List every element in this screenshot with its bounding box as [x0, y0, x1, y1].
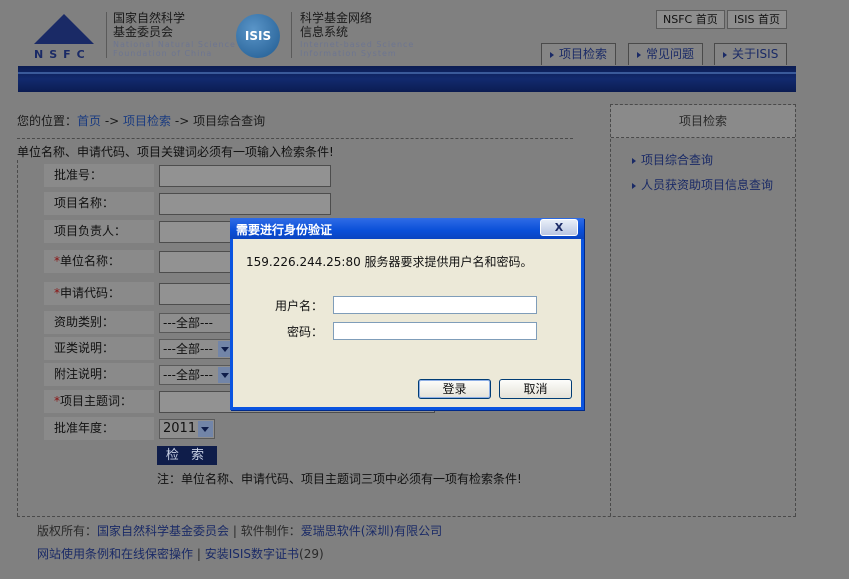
- login-button[interactable]: 登录: [418, 379, 491, 399]
- breadcrumb-project-search-link[interactable]: 项目检索: [123, 114, 171, 128]
- label-text: 申请代码：: [60, 286, 121, 300]
- sidebar-item-label: 项目综合查询: [641, 153, 714, 167]
- install-cert-link[interactable]: 安装ISIS数字证书: [205, 547, 299, 561]
- year-select[interactable]: 2011: [159, 419, 215, 439]
- subtype-label: 亚类说明：: [44, 337, 154, 360]
- sidebar-item-personnel-query[interactable]: 人员获资助项目信息查询: [632, 176, 773, 193]
- arrow-right-icon: [637, 51, 641, 58]
- close-button[interactable]: X: [540, 219, 578, 236]
- label-text: 附注说明：: [54, 367, 115, 381]
- footer-separator: |: [193, 547, 205, 561]
- nsfc-home-link[interactable]: NSFC 首页: [656, 10, 725, 29]
- system-name-en: Internet-based Science Information Syste…: [300, 40, 415, 58]
- tab-label: 关于ISIS: [732, 47, 779, 61]
- auth-message: 159.226.244.25:80 服务器要求提供用户名和密码。: [246, 255, 533, 269]
- sidebar-item-label: 人员获资助项目信息查询: [641, 178, 774, 192]
- select-value: ---全部---: [163, 368, 213, 382]
- select-value: 2011: [163, 421, 197, 436]
- arrow-right-icon: [550, 51, 554, 58]
- header-divider: [106, 12, 107, 58]
- header-divider: [291, 12, 292, 58]
- funding-type-label: 资助类别：: [44, 311, 154, 334]
- terms-link[interactable]: 网站使用条例和在线保密操作: [37, 547, 193, 561]
- breadcrumb: 您的位置：首页 -> 项目检索 -> 项目综合查询: [17, 112, 265, 129]
- breadcrumb-separator: ->: [101, 114, 124, 128]
- auth-dialog-title: 需要进行身份验证: [236, 223, 333, 237]
- divider: [17, 138, 573, 139]
- label-text: 批准号：: [54, 168, 103, 182]
- tab-project-search[interactable]: 项目检索: [541, 43, 617, 65]
- project-name-input[interactable]: [159, 193, 331, 215]
- sidebar-item-comprehensive-query[interactable]: 项目综合查询: [632, 151, 713, 168]
- nsfc-logo-text: NSFC: [34, 48, 91, 61]
- label-text: 批准年度：: [54, 421, 115, 435]
- label-text: 项目负责人：: [54, 224, 127, 238]
- label-text: 亚类说明：: [54, 341, 115, 355]
- breadcrumb-prefix: 您的位置：: [17, 114, 78, 128]
- nav-bar: [18, 66, 796, 92]
- project-name-label: 项目名称：: [44, 192, 154, 215]
- tab-faq[interactable]: 常见问题: [628, 43, 704, 65]
- username-input[interactable]: [333, 296, 537, 314]
- footer-copyright: 版权所有：国家自然科学基金委员会 | 软件制作：爱瑞思软件(深圳)有限公司: [37, 522, 442, 539]
- search-instruction: 单位名称、申请代码、项目关键词必须有一项输入检索条件!: [17, 145, 334, 159]
- cancel-button[interactable]: 取消: [499, 379, 572, 399]
- year-label: 批准年度：: [44, 417, 154, 440]
- tab-label: 项目检索: [559, 47, 608, 61]
- label-text: 资助类别：: [54, 315, 115, 329]
- approval-no-label: 批准号：: [44, 164, 154, 187]
- nsfc-emblem-icon: [34, 14, 94, 44]
- arrow-right-icon: [632, 182, 636, 189]
- principal-label: 项目负责人：: [44, 220, 154, 243]
- apply-code-label: *申请代码：: [44, 282, 154, 305]
- label-text: 项目名称：: [54, 196, 115, 210]
- label-text: 单位名称：: [60, 254, 121, 268]
- footer-links: 网站使用条例和在线保密操作 | 安装ISIS数字证书(29): [37, 545, 324, 562]
- subtype-select[interactable]: ---全部---: [159, 339, 235, 359]
- tab-about-isis[interactable]: 关于ISIS: [714, 43, 788, 65]
- keywords-label: *项目主题词：: [44, 390, 154, 413]
- search-button[interactable]: 检 索: [157, 446, 217, 465]
- breadcrumb-current: 项目综合查询: [193, 114, 266, 128]
- tab-label: 常见问题: [646, 47, 695, 61]
- select-value: ---全部---: [163, 342, 213, 356]
- password-input[interactable]: [333, 322, 537, 340]
- username-label: 用户名：: [274, 299, 323, 313]
- note-desc-label: 附注说明：: [44, 363, 154, 386]
- visit-count: (29): [299, 547, 324, 561]
- funding-type-select[interactable]: ---全部---: [159, 313, 235, 333]
- password-label: 密码：: [286, 325, 323, 339]
- search-footnote: 注：单位名称、申请代码、项目主题词三项中必须有一项有检索条件!: [157, 472, 522, 486]
- nsfc-logo[interactable]: NSFC: [28, 12, 98, 61]
- software-company-link[interactable]: 爱瑞思软件(深圳)有限公司: [301, 524, 442, 538]
- sidebar-title: 项目检索: [611, 105, 795, 138]
- org-name-en: National Natural Science Foundation of C…: [113, 40, 236, 58]
- copyright-owner-link[interactable]: 国家自然科学基金委员会: [97, 524, 229, 538]
- system-name-cn: 科学基金网络 信息系统: [300, 11, 373, 39]
- copyright-label: 版权所有：: [37, 524, 98, 538]
- approval-no-input[interactable]: [159, 165, 331, 187]
- unit-name-label: *单位名称：: [44, 250, 154, 273]
- note-desc-select[interactable]: ---全部---: [159, 365, 235, 385]
- chevron-down-icon: [198, 421, 213, 437]
- footer-separator: |: [229, 524, 241, 538]
- label-text: 项目主题词：: [60, 394, 133, 408]
- divider: [17, 160, 18, 516]
- isis-logo[interactable]: ISIS: [236, 14, 280, 58]
- breadcrumb-separator: ->: [171, 114, 194, 128]
- software-label: 软件制作：: [240, 524, 301, 538]
- arrow-right-icon: [723, 51, 727, 58]
- org-name-cn: 国家自然科学 基金委员会: [113, 11, 186, 39]
- select-value: ---全部---: [163, 316, 213, 330]
- arrow-right-icon: [632, 157, 636, 164]
- nav-bar-stripe: [18, 72, 796, 74]
- breadcrumb-home-link[interactable]: 首页: [77, 114, 101, 128]
- isis-home-link[interactable]: ISIS 首页: [727, 10, 787, 29]
- divider: [17, 516, 796, 517]
